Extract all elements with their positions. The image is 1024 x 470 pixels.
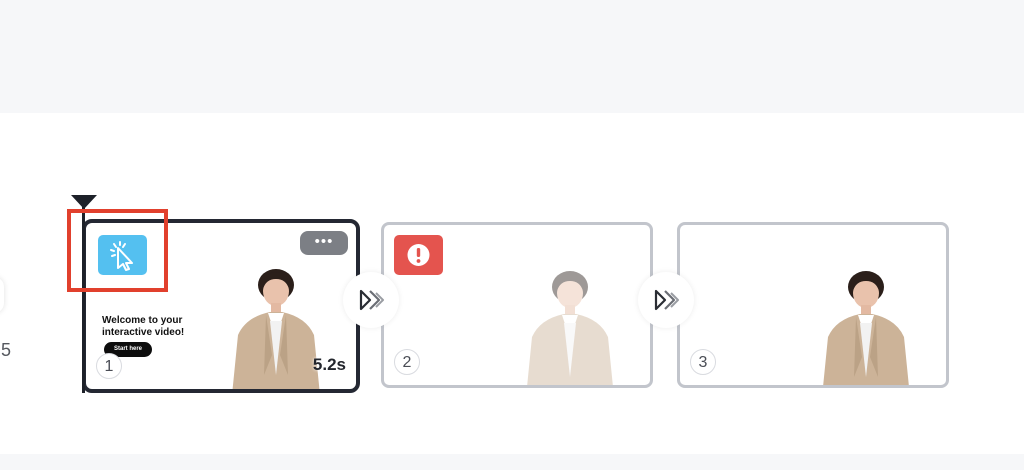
playhead-handle[interactable] [71,195,97,209]
scroll-left-tab[interactable] [0,277,4,313]
side-number-label: 5 [1,340,12,360]
warning-badge[interactable] [394,235,443,275]
overlay-heading: Welcome to your interactive video! [102,315,185,338]
highlight-annotation-box [67,209,168,292]
transition-button-1[interactable] [343,272,399,328]
bottom-panel [0,454,1024,470]
presenter-image [823,271,909,385]
scene-duration: 5.2s [312,355,346,374]
scene-number: 3 [690,349,716,375]
double-chevron-right-icon [654,289,679,311]
double-chevron-right-icon [359,289,384,311]
transition-button-2[interactable] [638,272,694,328]
more-options-button[interactable]: ••• [300,231,348,255]
scene-card-3[interactable]: 3 [677,222,949,388]
scene-number: 1 [96,353,122,379]
top-panel [0,0,1024,113]
warning-icon [407,244,430,266]
scene-card-2[interactable]: 2 [381,222,653,388]
scene-number: 2 [394,349,420,375]
presenter-image [527,271,613,385]
